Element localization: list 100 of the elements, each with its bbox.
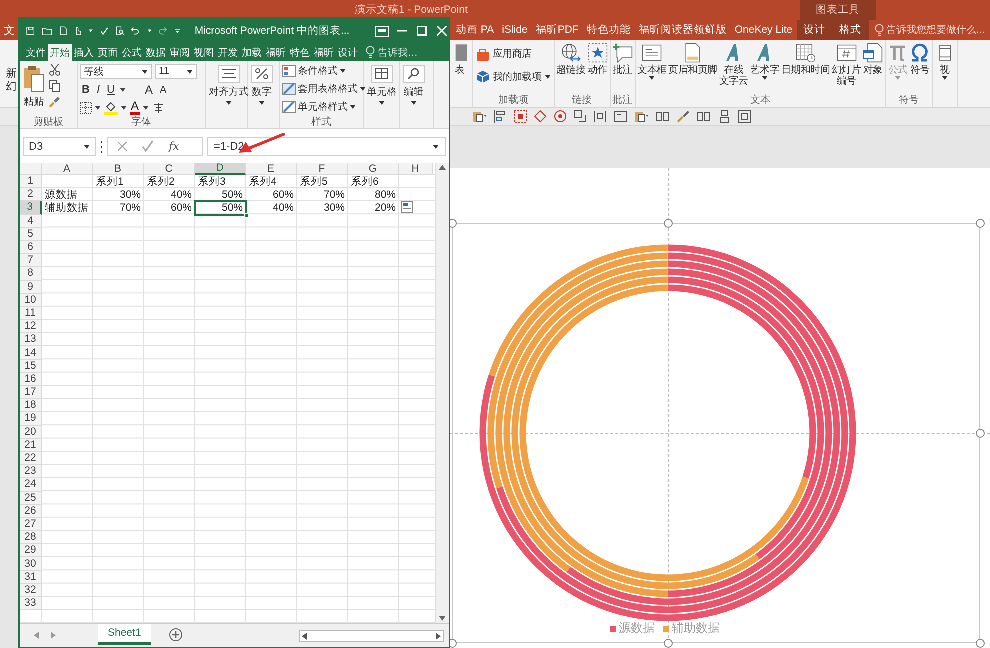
paintbrush-icon[interactable] [49, 96, 61, 108]
ribbon-tab[interactable]: OneKey Lite [730, 20, 797, 40]
italic-button[interactable]: I [94, 84, 102, 96]
ribbon-button[interactable]: 动作 [586, 42, 609, 77]
distribute-icon[interactable] [594, 110, 607, 123]
caret-icon[interactable] [148, 29, 152, 33]
row-header[interactable]: 9 [20, 280, 42, 294]
fill-handle[interactable] [244, 212, 249, 218]
font-size-field[interactable]: 11 [155, 64, 197, 79]
check-mark-icon[interactable] [141, 140, 155, 153]
ribbon-button[interactable]: 视 [934, 42, 956, 81]
table-cell[interactable]: 系列5 [297, 175, 348, 188]
paste-special-icon[interactable] [472, 110, 487, 123]
bold-button[interactable]: B [80, 84, 92, 96]
ribbon-button[interactable]: 幻灯片 编号 [830, 42, 862, 88]
row-header[interactable]: 17 [20, 386, 42, 400]
ribbon-tab[interactable]: 视图 [192, 44, 216, 61]
column-header[interactable]: A [42, 163, 93, 175]
tell-me-field[interactable]: 告诉我… [378, 46, 418, 60]
ribbon-button[interactable]: 文本框 [636, 42, 668, 81]
ribbon-tab[interactable]: 设计 [336, 44, 360, 61]
ribbon-tab[interactable]: 数据 [144, 44, 168, 61]
grow-font-button[interactable]: A [142, 83, 155, 97]
row-header[interactable]: 15 [20, 360, 42, 373]
row-header[interactable]: 23 [20, 465, 42, 478]
row-header[interactable]: 7 [20, 254, 42, 268]
ribbon-button[interactable]: 在线 文字云 [718, 42, 750, 88]
ribbon-button[interactable]: 批注 [612, 42, 634, 77]
row-header[interactable]: 16 [20, 372, 42, 386]
column-header[interactable]: H [399, 163, 433, 175]
font-name-field[interactable]: 等线 [80, 64, 152, 79]
horizontal-scrollbar[interactable] [299, 630, 444, 642]
table-cell[interactable]: 30% [297, 201, 348, 215]
sheet-tab[interactable]: Sheet1 [98, 624, 152, 645]
table-cell[interactable]: 辅助数据 [42, 201, 93, 215]
caret-icon[interactable] [121, 106, 127, 110]
row-header[interactable]: 24 [20, 478, 42, 492]
insert-function-button[interactable]: fx [169, 140, 180, 153]
ribbon-button[interactable]: 日期和时间 [780, 42, 831, 77]
print-preview-icon[interactable] [116, 24, 124, 38]
ribbon-tab[interactable]: 设计 [796, 20, 833, 40]
copy-icon[interactable] [49, 80, 61, 92]
editing-button[interactable]: 编辑 [402, 64, 426, 115]
target-icon[interactable] [554, 110, 567, 123]
underline-button[interactable]: U [105, 84, 117, 96]
ribbon-tab[interactable]: 福昕PDF [532, 20, 583, 40]
paste-button[interactable]: 粘贴 [22, 64, 46, 115]
plus-circle-icon[interactable] [169, 628, 184, 642]
ribbon-tab[interactable]: 特色 [288, 44, 312, 61]
row-header[interactable]: 8 [20, 267, 42, 280]
caret-icon[interactable] [95, 106, 101, 110]
grid-select-icon[interactable] [514, 110, 527, 123]
table-cell[interactable]: 80% [348, 188, 399, 202]
row-header[interactable]: 20 [20, 426, 42, 439]
ribbon-tab[interactable]: 开发 [216, 44, 240, 61]
table-cell[interactable]: 20% [348, 201, 399, 215]
row-header[interactable]: 25 [20, 492, 42, 505]
resize-handle[interactable] [976, 638, 984, 648]
cells-button[interactable]: 单元格 [366, 64, 398, 115]
table-cell[interactable]: 60% [144, 201, 195, 215]
resize-handle[interactable] [664, 218, 672, 228]
ribbon-tab[interactable]: iSlide [498, 20, 532, 40]
frame-icon[interactable] [738, 110, 751, 123]
ribbon-tab[interactable]: 文件 [24, 44, 48, 61]
alignment-button[interactable]: 对齐方式 [208, 64, 250, 115]
row-header[interactable]: 1 [20, 175, 42, 188]
ribbon-tab[interactable]: 插入 [72, 44, 96, 61]
font-color-button[interactable]: A [130, 101, 140, 115]
page-icon[interactable] [60, 24, 67, 38]
save-icon[interactable] [26, 24, 36, 38]
table-cell[interactable]: 系列3 [195, 175, 246, 188]
bring-forward-icon[interactable] [574, 110, 587, 123]
row-header[interactable]: 19 [20, 412, 42, 426]
table-cell[interactable]: 系列2 [144, 175, 195, 188]
table-cell[interactable]: 40% [246, 201, 297, 215]
ribbon-tab[interactable]: 页面 [96, 44, 120, 61]
ribbon-tab[interactable]: 福昕 [312, 44, 336, 61]
column-header[interactable]: E [246, 163, 297, 175]
row-header[interactable]: 31 [20, 570, 42, 584]
caret-icon[interactable] [143, 106, 150, 110]
styles-button[interactable]: 单元格样式 [282, 100, 366, 114]
align-left-icon[interactable] [494, 110, 507, 123]
ribbon-tab[interactable]: 特色功能 [582, 20, 635, 40]
table-cell[interactable]: 系列1 [93, 175, 144, 188]
ribbon-button[interactable]: 表 [449, 42, 471, 77]
ribbon-button[interactable]: 页眉和页脚 [668, 42, 718, 77]
row-header[interactable]: 26 [20, 504, 42, 518]
ribbon-tab[interactable]: 动画 PA [452, 20, 498, 40]
formula-field[interactable]: =1-D2 [207, 137, 446, 156]
row-header[interactable]: 5 [20, 228, 42, 241]
quick-analysis-icon[interactable] [401, 201, 413, 213]
row-header[interactable]: 12 [20, 320, 42, 334]
table-cell[interactable]: 源数据 [42, 188, 93, 202]
table-cell[interactable]: 40% [144, 188, 195, 202]
row-header[interactable]: 21 [20, 438, 42, 452]
columns-icon[interactable] [656, 110, 670, 123]
column-header[interactable]: D [195, 163, 246, 175]
table-cell[interactable]: 系列6 [348, 175, 399, 188]
caret-icon[interactable] [120, 88, 126, 92]
column-header[interactable]: C [144, 163, 195, 175]
